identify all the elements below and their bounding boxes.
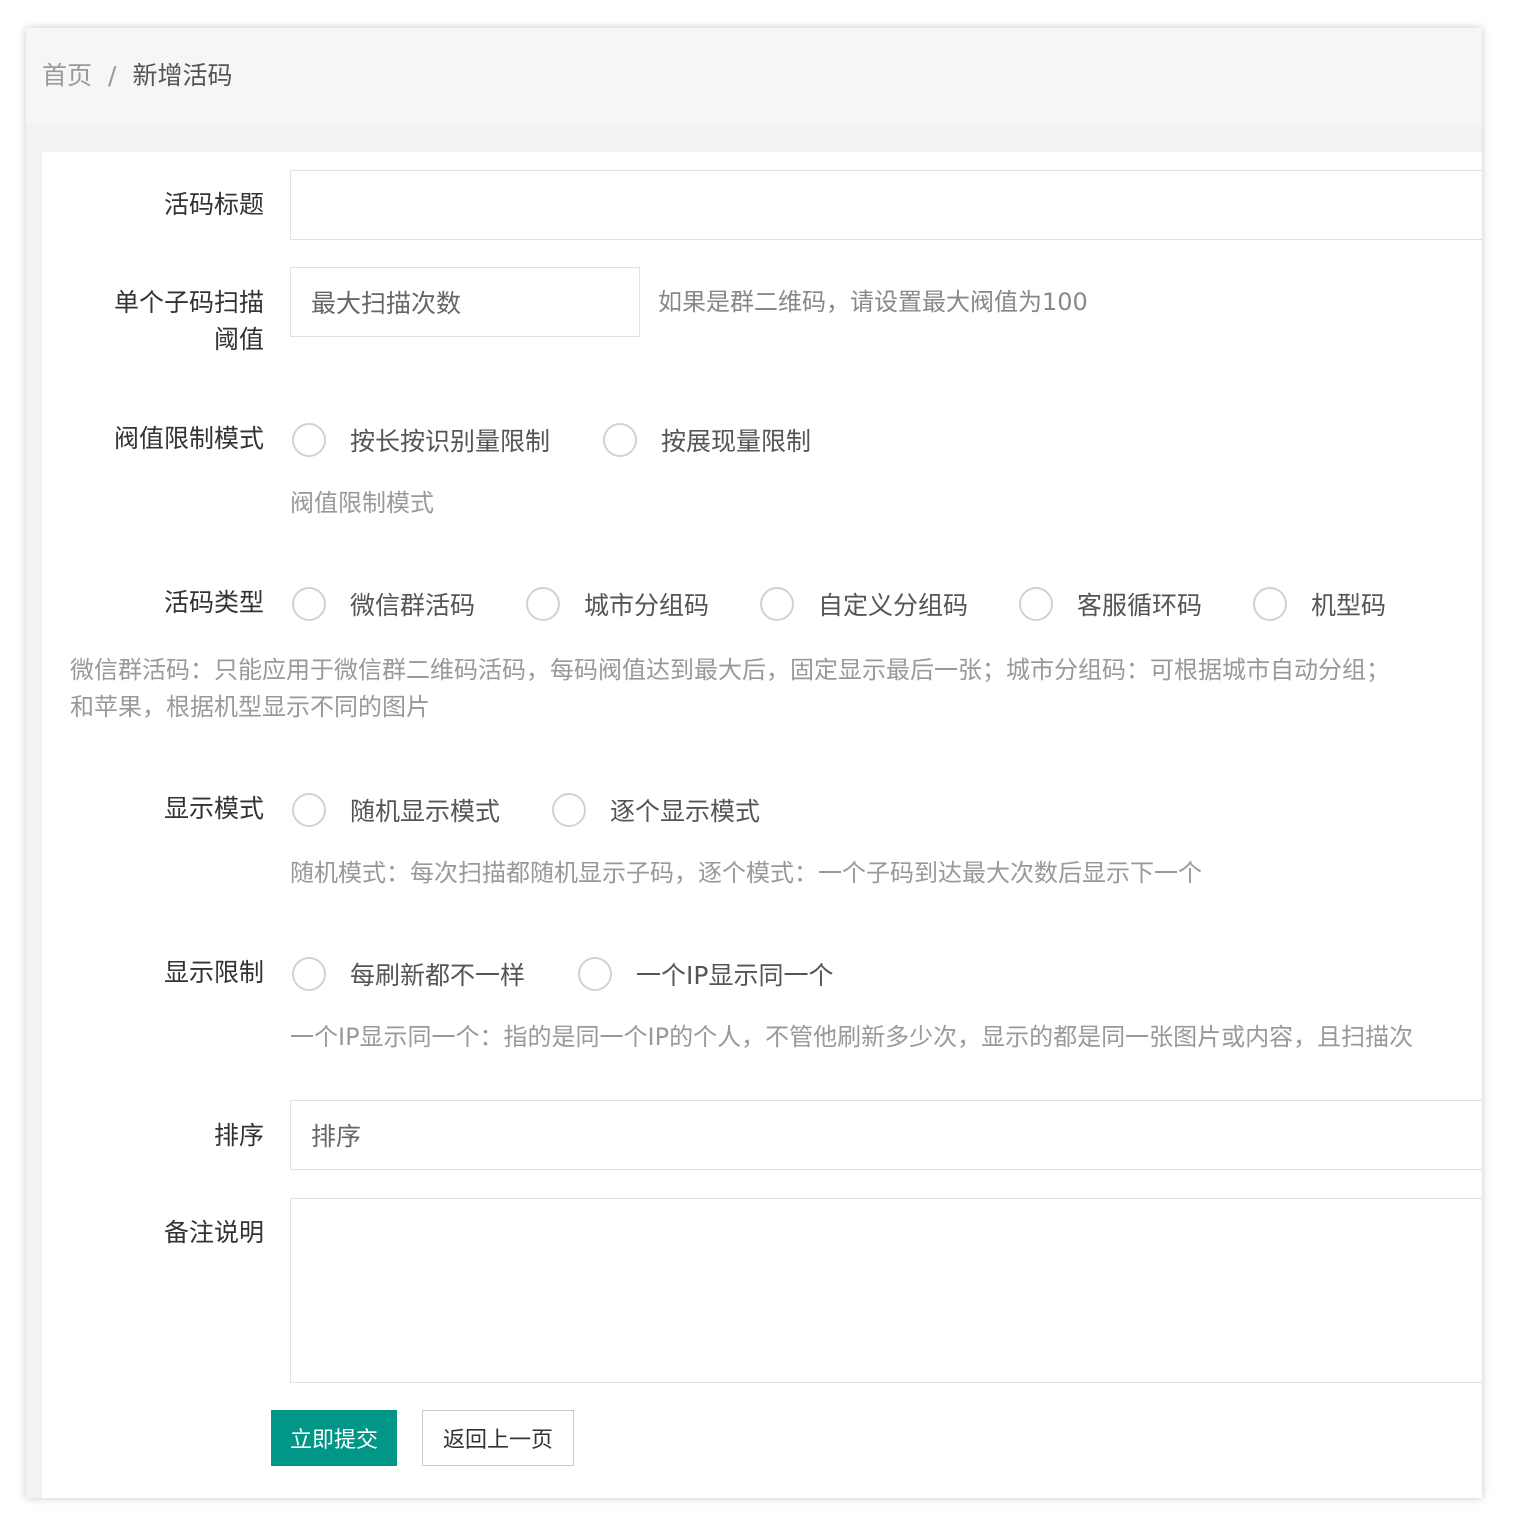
radio-label: 城市分组码 xyxy=(584,591,710,620)
title-input[interactable] xyxy=(290,170,1482,240)
code-type-description: 微信群活码：只能应用于微信群二维码活码，每码阀值达到最大后，固定显示最后一张；城… xyxy=(70,652,1482,726)
limit-mode-help: 阀值限制模式 xyxy=(290,489,434,517)
breadcrumb-home-link[interactable]: 首页 xyxy=(42,61,92,90)
display-mode-label: 显示模式 xyxy=(163,794,264,823)
radio-label: 微信群活码 xyxy=(350,591,476,620)
threshold-placeholder: 最大扫描次数 xyxy=(311,289,462,318)
display-mode-radio-random[interactable]: 随机显示模式 xyxy=(292,792,500,828)
radio-label: 机型码 xyxy=(1311,591,1387,620)
app-window: 首页 / 新增活码 活码标题 单个子码扫描 阈值 最大扫描次数 如果是群二维码，请设… xyxy=(26,28,1482,1498)
radio-circle-icon xyxy=(292,793,326,827)
limit-mode-label: 阀值限制模式 xyxy=(113,424,264,453)
display-mode-radio-sequential[interactable]: 逐个显示模式 xyxy=(552,792,760,828)
display-limit-radio-same-ip[interactable]: 一个IP显示同一个 xyxy=(578,956,833,992)
code-type-desc-line1: 微信群活码：只能应用于微信群二维码活码，每码阀值达到最大后，固定显示最后一张；城… xyxy=(70,656,1390,684)
radio-label: 逐个显示模式 xyxy=(610,797,761,826)
radio-circle-icon xyxy=(292,423,326,457)
radio-label: 随机显示模式 xyxy=(350,797,501,826)
display-limit-help: 一个IP显示同一个：指的是同一个IP的个人，不管他刷新多少次，显示的都是同一张图… xyxy=(290,1023,1414,1051)
breadcrumb-bar: 首页 / 新增活码 xyxy=(26,28,1482,124)
radio-label: 客服循环码 xyxy=(1077,591,1203,620)
submit-button[interactable]: 立即提交 xyxy=(271,1410,397,1466)
breadcrumb-separator: / xyxy=(108,61,117,90)
threshold-label-line1: 单个子码扫描 xyxy=(113,288,264,317)
threshold-label-line2: 阈值 xyxy=(213,325,264,354)
radio-circle-icon xyxy=(578,957,612,991)
code-type-radio-wechat-group[interactable]: 微信群活码 xyxy=(292,586,475,622)
code-type-desc-line2: 和苹果，根据机型显示不同的图片 xyxy=(70,693,430,721)
code-type-radio-city-group[interactable]: 城市分组码 xyxy=(526,586,709,622)
remark-label: 备注说明 xyxy=(163,1218,264,1247)
radio-circle-icon xyxy=(292,957,326,991)
breadcrumb-current: 新增活码 xyxy=(132,61,233,90)
breadcrumb: 首页 / 新增活码 xyxy=(42,60,232,92)
radio-circle-icon xyxy=(526,587,560,621)
threshold-input[interactable]: 最大扫描次数 xyxy=(290,267,640,337)
radio-circle-icon xyxy=(1253,587,1287,621)
radio-circle-icon xyxy=(292,587,326,621)
radio-label: 按展现量限制 xyxy=(661,427,812,456)
radio-label: 每刷新都不一样 xyxy=(350,961,526,990)
code-type-radio-custom-group[interactable]: 自定义分组码 xyxy=(760,586,968,622)
back-button[interactable]: 返回上一页 xyxy=(422,1410,574,1466)
limit-mode-radio-impression[interactable]: 按展现量限制 xyxy=(603,422,811,458)
code-type-label: 活码类型 xyxy=(163,588,264,617)
code-type-radio-service-loop[interactable]: 客服循环码 xyxy=(1019,586,1202,622)
radio-label: 一个IP显示同一个 xyxy=(636,961,834,990)
radio-circle-icon xyxy=(1019,587,1053,621)
threshold-help: 如果是群二维码，请设置最大阀值为100 xyxy=(658,288,1088,316)
radio-circle-icon xyxy=(552,793,586,827)
radio-label: 自定义分组码 xyxy=(818,591,969,620)
sort-placeholder: 排序 xyxy=(311,1122,362,1151)
code-type-radio-device-model[interactable]: 机型码 xyxy=(1253,586,1386,622)
display-limit-radio-each-refresh[interactable]: 每刷新都不一样 xyxy=(292,956,525,992)
remark-textarea[interactable] xyxy=(290,1198,1482,1383)
title-label: 活码标题 xyxy=(163,190,264,219)
sort-label: 排序 xyxy=(213,1121,264,1150)
form-card: 活码标题 单个子码扫描 阈值 最大扫描次数 如果是群二维码，请设置最大阀值为10… xyxy=(42,152,1482,1498)
sort-input[interactable]: 排序 xyxy=(290,1100,1482,1170)
radio-circle-icon xyxy=(603,423,637,457)
radio-label: 按长按识别量限制 xyxy=(350,427,551,456)
limit-mode-radio-press[interactable]: 按长按识别量限制 xyxy=(292,422,550,458)
radio-circle-icon xyxy=(760,587,794,621)
display-limit-label: 显示限制 xyxy=(163,958,264,987)
display-mode-help: 随机模式：每次扫描都随机显示子码，逐个模式：一个子码到达最大次数后显示下一个 xyxy=(290,859,1202,887)
